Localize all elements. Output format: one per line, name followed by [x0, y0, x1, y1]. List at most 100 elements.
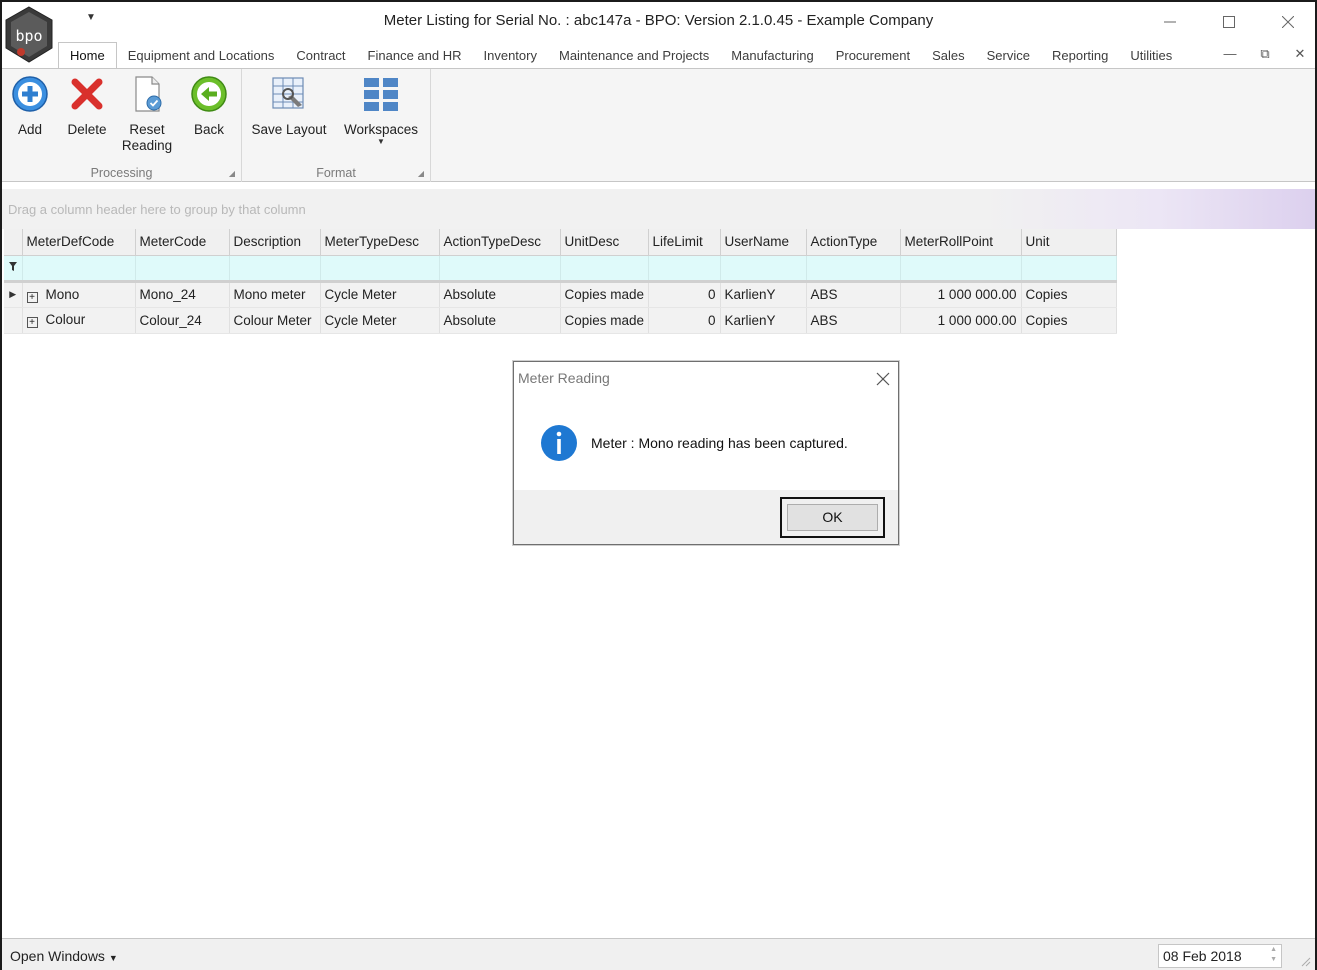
filter-cell[interactable]: [439, 255, 561, 283]
minimize-button[interactable]: [1147, 8, 1193, 36]
cell-meterrollpoint[interactable]: 1 000 000.00: [900, 281, 1022, 308]
delete-button[interactable]: Delete: [63, 75, 111, 138]
col-header-metercode[interactable]: MeterCode: [135, 229, 230, 256]
app-window: Meter Listing for Serial No. : abc147a -…: [0, 0, 1317, 970]
table-row[interactable]: + Colour Colour_24 Colour Meter Cycle Met…: [4, 307, 1117, 334]
svg-text:bpo: bpo: [15, 27, 42, 45]
save-layout-button[interactable]: Save Layout: [251, 75, 327, 138]
date-spinner[interactable]: ▲ ▼: [1270, 945, 1277, 965]
cell-metertypedesc[interactable]: Cycle Meter: [320, 307, 440, 334]
cell-unitdesc[interactable]: Copies made: [560, 307, 649, 334]
cell-lifelimit[interactable]: 0: [648, 307, 721, 334]
col-header-lifelimit[interactable]: LifeLimit: [648, 229, 721, 256]
col-header-unit[interactable]: Unit: [1021, 229, 1117, 256]
close-button[interactable]: [1265, 8, 1311, 36]
group-by-panel[interactable]: Drag a column header here to group by th…: [2, 189, 1315, 229]
filter-cell[interactable]: [560, 255, 649, 283]
cell-metertypedesc[interactable]: Cycle Meter: [320, 281, 440, 308]
tab-maintenance-and-projects[interactable]: Maintenance and Projects: [548, 43, 720, 68]
back-button[interactable]: Back: [188, 75, 230, 138]
save-layout-label: Save Layout: [251, 122, 327, 137]
resize-grip-icon[interactable]: [1299, 955, 1311, 967]
mdi-restore-button[interactable]: ⧉: [1254, 46, 1276, 66]
filter-cell[interactable]: [22, 255, 136, 283]
filter-cell[interactable]: [1021, 255, 1117, 283]
tab-home[interactable]: Home: [58, 42, 117, 68]
col-header-username[interactable]: UserName: [720, 229, 807, 256]
cell-metercode[interactable]: Mono_24: [135, 281, 230, 308]
reset-reading-button[interactable]: Reset Reading: [119, 75, 175, 154]
maximize-icon: [1223, 16, 1235, 28]
mdi-close-button[interactable]: ✕: [1289, 46, 1311, 66]
cell-actiontype[interactable]: ABS: [806, 281, 901, 308]
ok-button-focus-frame: OK: [780, 497, 885, 538]
tab-equipment-and-locations[interactable]: Equipment and Locations: [117, 43, 286, 68]
col-header-description[interactable]: Description: [229, 229, 321, 256]
ribbon-tabs: Home Equipment and Locations Contract Fi…: [58, 42, 1183, 68]
col-header-meterrollpoint[interactable]: MeterRollPoint: [900, 229, 1022, 256]
cell-description[interactable]: Colour Meter: [229, 307, 321, 334]
maximize-button[interactable]: [1206, 8, 1252, 36]
open-windows-menu[interactable]: Open Windows ▼: [10, 948, 118, 964]
tab-finance-and-hr[interactable]: Finance and HR: [357, 43, 473, 68]
cell-metercode[interactable]: Colour_24: [135, 307, 230, 334]
date-field[interactable]: 08 Feb 2018 ▲ ▼: [1158, 944, 1282, 968]
cell-description[interactable]: Mono meter: [229, 281, 321, 308]
cell-meterrollpoint[interactable]: 1 000 000.00: [900, 307, 1022, 334]
cell-unit[interactable]: Copies: [1021, 281, 1117, 308]
quick-access-dropdown-icon[interactable]: ▼: [86, 12, 96, 23]
auto-filter-row: [4, 255, 1117, 283]
table-row[interactable]: ▶ + Mono Mono_24 Mono meter Cycle Meter A…: [4, 281, 1117, 308]
filter-cell[interactable]: [720, 255, 807, 283]
cell-actiontypedesc[interactable]: Absolute: [439, 307, 561, 334]
filter-cell[interactable]: [900, 255, 1022, 283]
col-header-meterdefcode[interactable]: MeterDefCode: [22, 229, 136, 256]
filter-cell[interactable]: [229, 255, 321, 283]
add-button[interactable]: Add: [9, 75, 51, 138]
tab-sales[interactable]: Sales: [921, 43, 976, 68]
expand-icon[interactable]: +: [26, 291, 38, 303]
cell-lifelimit[interactable]: 0: [648, 281, 721, 308]
tab-contract[interactable]: Contract: [285, 43, 356, 68]
group-by-hint: Drag a column header here to group by th…: [8, 202, 306, 217]
meter-reading-dialog: Meter Reading Meter : Mono reading has b…: [513, 361, 899, 545]
col-header-unitdesc[interactable]: UnitDesc: [560, 229, 649, 256]
workspaces-dropdown-icon: ▼: [377, 137, 385, 146]
format-launcher-icon[interactable]: ◢: [418, 169, 424, 178]
save-layout-icon: [272, 77, 304, 109]
tab-utilities[interactable]: Utilities: [1119, 43, 1183, 68]
filter-cell[interactable]: [648, 255, 721, 283]
dialog-close-button[interactable]: [876, 366, 890, 392]
cell-unitdesc[interactable]: Copies made: [560, 281, 649, 308]
col-header-actiontype[interactable]: ActionType: [806, 229, 901, 256]
tab-manufacturing[interactable]: Manufacturing: [720, 43, 824, 68]
ribbon: Add Delete Reset Reading Back Processing…: [2, 68, 1315, 182]
tab-reporting[interactable]: Reporting: [1041, 43, 1119, 68]
col-header-actiontypedesc[interactable]: ActionTypeDesc: [439, 229, 561, 256]
row-indicator: [4, 307, 23, 334]
filter-cell[interactable]: [806, 255, 901, 283]
chevron-down-icon: ▼: [108, 953, 118, 963]
workspaces-button[interactable]: Workspaces ▼: [343, 75, 419, 146]
cell-meterdefcode[interactable]: + Colour: [22, 307, 136, 334]
cell-username[interactable]: KarlienY: [720, 307, 807, 334]
cell-meterdefcode[interactable]: + Mono: [22, 281, 136, 308]
tab-inventory[interactable]: Inventory: [473, 43, 548, 68]
title-bar: Meter Listing for Serial No. : abc147a -…: [2, 2, 1315, 42]
cell-unit[interactable]: Copies: [1021, 307, 1117, 334]
filter-cell[interactable]: [320, 255, 440, 283]
mdi-minimize-button[interactable]: —: [1219, 46, 1241, 66]
cell-actiontypedesc[interactable]: Absolute: [439, 281, 561, 308]
expand-icon[interactable]: +: [26, 317, 38, 328]
filter-cell[interactable]: [135, 255, 230, 283]
processing-group: Add Delete Reset Reading Back Processing…: [2, 69, 242, 182]
cell-username[interactable]: KarlienY: [720, 281, 807, 308]
col-header-metertypedesc[interactable]: MeterTypeDesc: [320, 229, 440, 256]
meter-grid: MeterDefCode MeterCode Description Meter…: [4, 229, 1117, 334]
tab-procurement[interactable]: Procurement: [825, 43, 921, 68]
tab-service[interactable]: Service: [976, 43, 1041, 68]
bpo-logo[interactable]: bpo: [4, 6, 54, 64]
ok-button[interactable]: OK: [787, 504, 878, 531]
processing-launcher-icon[interactable]: ◢: [229, 169, 235, 178]
cell-actiontype[interactable]: ABS: [806, 307, 901, 334]
